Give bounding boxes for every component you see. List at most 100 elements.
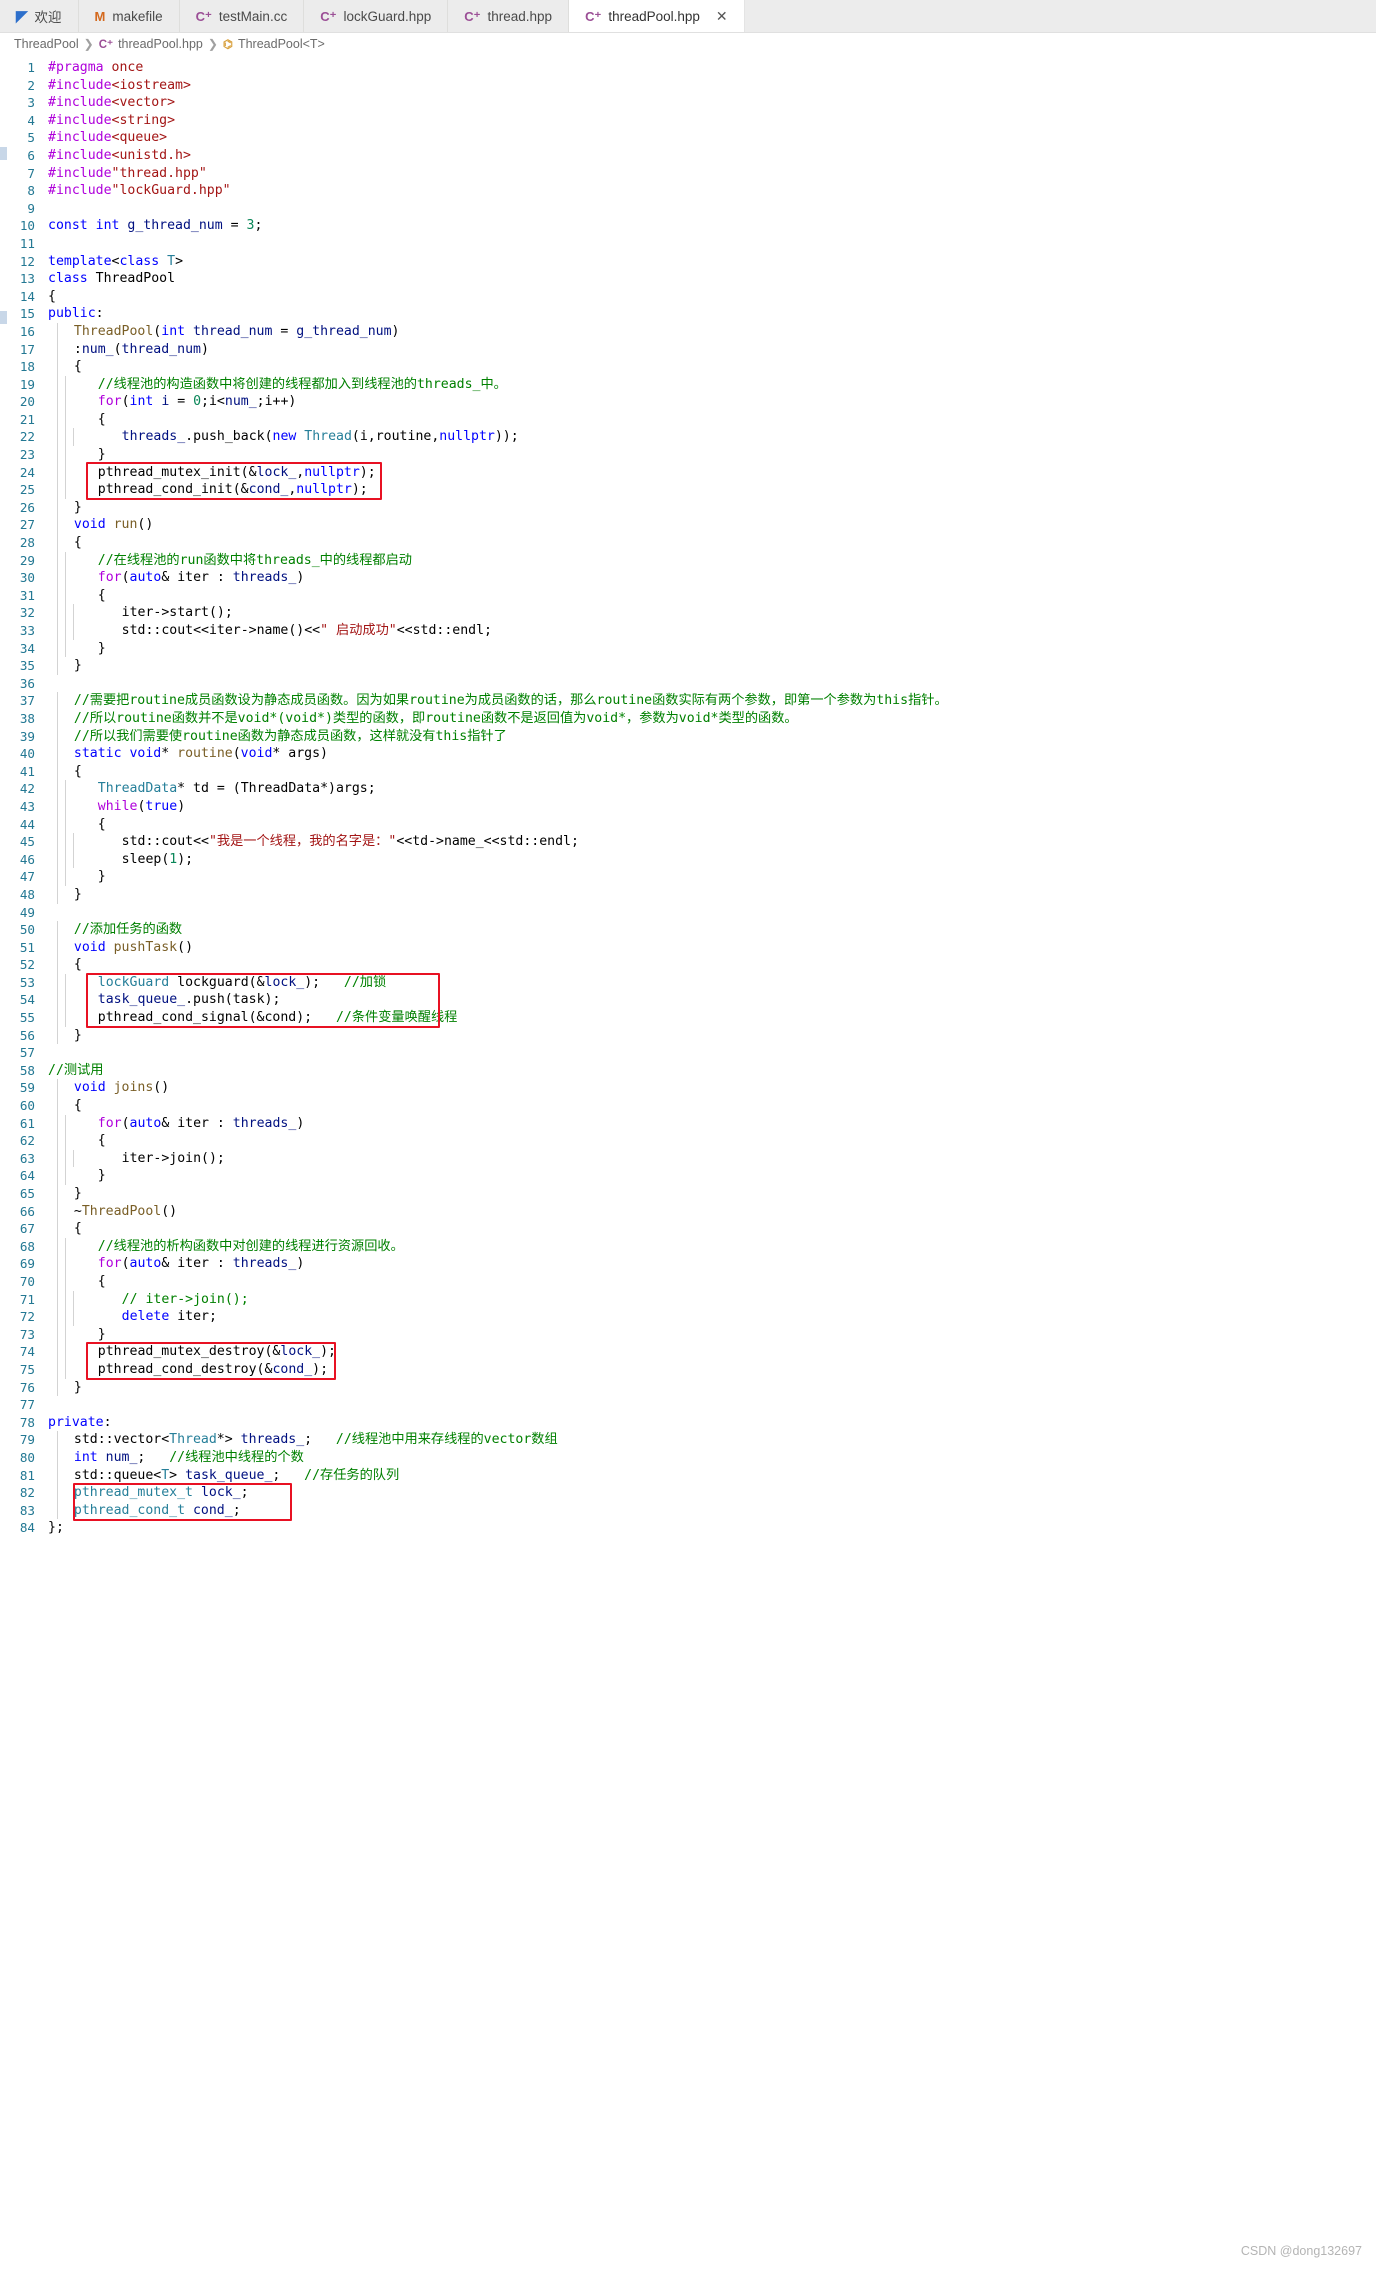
close-icon[interactable]: ✕ <box>716 9 728 23</box>
code-text: for(auto& iter : threads_) <box>48 1255 1376 1273</box>
token-kw: int <box>73 1449 106 1465</box>
code-line: 57 <box>0 1044 1376 1062</box>
code-line: 1 #pragma once <box>0 59 1376 77</box>
code-text: static void* routine(void* args) <box>48 745 1376 763</box>
code-text: ThreadPool(int thread_num = g_thread_num… <box>48 322 1376 341</box>
code-line: 2 #include<iostream> <box>0 77 1376 95</box>
code-text: delete iter; <box>48 1308 1376 1326</box>
code-text: } <box>48 1026 1376 1045</box>
editor-tab-[interactable]: ◤ 欢迎 <box>0 0 79 32</box>
code-line: 74 pthread_mutex_destroy(&lock_); <box>0 1343 1376 1361</box>
token-ctl: while <box>97 798 138 814</box>
indent-guide <box>65 1009 66 1027</box>
code-text: std::cout<<"我是一个线程，我的名字是："<<td->name_<<s… <box>48 833 1376 851</box>
code-line: 47 } <box>0 868 1376 886</box>
indent-guide <box>73 604 74 622</box>
indent-guide <box>57 1290 58 1309</box>
token-kw: void <box>73 939 114 955</box>
token-plain: } <box>66 1168 106 1184</box>
code-line: 24 pthread_mutex_init(&lock_,nullptr); <box>0 463 1376 482</box>
code-text: #include"lockGuard.hpp" <box>48 182 1376 200</box>
token-str: <unistd.h> <box>111 147 191 163</box>
line-number: 24 <box>19 464 35 480</box>
token-plain: ( <box>121 1115 130 1131</box>
editor-tab-threadpoolhpp[interactable]: C⁺ threadPool.hpp ✕ <box>569 0 745 32</box>
token-pp: #include <box>48 77 112 93</box>
code-line: 12 template<class T> <box>0 253 1376 271</box>
token-var: num_ <box>81 341 114 357</box>
code-text: const int g_thread_num = 3; <box>48 217 1376 235</box>
token-fn: ThreadPool <box>81 1203 162 1219</box>
token-var: lock_ <box>256 464 297 480</box>
breadcrumb-item[interactable]: threadPool.hpp <box>118 37 203 51</box>
token-plain: * <box>161 746 178 762</box>
code-text: } <box>48 868 1376 886</box>
line-number: 47 <box>19 869 35 885</box>
breadcrumb-item[interactable]: ThreadPool <box>14 37 79 51</box>
indent-guide <box>65 1343 66 1361</box>
code-line: 46 sleep(1); <box>0 850 1376 869</box>
token-ctl: for <box>97 394 122 410</box>
code-text: { <box>48 762 1376 781</box>
code-line: 61 for(auto& iter : threads_) <box>0 1114 1376 1133</box>
indent-guide <box>65 991 66 1010</box>
code-text: ThreadData* td = (ThreadData*)args; <box>48 780 1376 798</box>
indent-guide <box>65 1255 66 1273</box>
token-plain: ( <box>121 570 130 586</box>
token-plain: ; <box>240 1485 249 1501</box>
editor-tab-makefile[interactable]: Mmakefile <box>78 0 180 32</box>
indent-guide <box>57 1132 58 1150</box>
line-number: 52 <box>19 957 35 973</box>
code-line: 3 #include<vector> <box>0 94 1376 112</box>
indent-guide <box>57 1079 58 1098</box>
line-number: 22 <box>19 429 35 445</box>
editor-tab-threadhpp[interactable]: C⁺ thread.hpp <box>448 0 570 32</box>
code-line: 9 <box>0 200 1376 218</box>
token-ty: T <box>167 253 176 269</box>
token-var: thread_num <box>121 341 201 357</box>
line-number: 43 <box>19 798 35 814</box>
code-text: { <box>48 358 1376 376</box>
editor-tab-lockguardhpp[interactable]: C⁺ lockGuard.hpp <box>304 0 449 32</box>
indent-guide <box>57 709 58 728</box>
token-plain: * args) <box>272 746 328 762</box>
indent-guide <box>65 481 66 499</box>
cpp-file-icon: C⁺ <box>98 39 114 51</box>
indent-guide <box>57 1343 58 1361</box>
indent-guide <box>65 551 66 570</box>
line-number: 37 <box>19 693 35 709</box>
code-line: 48 } <box>0 885 1376 904</box>
line-number: 11 <box>19 235 35 251</box>
token-cmt: //线程池的析构函数中对创建的线程进行资源回收。 <box>97 1238 404 1254</box>
code-line: 29 //在线程池的run函数中将threads_中的线程都启动 <box>0 551 1376 570</box>
token-kw: void <box>129 746 162 762</box>
indent-guide <box>57 762 58 781</box>
indent-guide <box>65 393 66 411</box>
line-number: 30 <box>19 570 35 586</box>
token-plain: iter->join(); <box>74 1150 225 1166</box>
indent-guide <box>65 815 66 834</box>
token-cmt: //条件变量唤醒线程 <box>335 1010 458 1026</box>
indent-guide <box>57 622 58 640</box>
code-line: 49 <box>0 904 1376 922</box>
token-plain: } <box>58 658 82 674</box>
token-plain: ) <box>296 1115 305 1131</box>
code-line: 41 { <box>0 762 1376 781</box>
line-number: 46 <box>19 851 35 867</box>
breadcrumb-item[interactable]: ThreadPool<T> <box>238 37 325 51</box>
code-editor[interactable]: 1 #pragma once 2 #include<iostream> 3 #includ… <box>0 55 1376 1537</box>
editor-tab-testmaincc[interactable]: C⁺ testMain.cc <box>179 0 305 32</box>
indent-guide <box>65 622 66 640</box>
line-number: 49 <box>19 904 35 920</box>
code-text: std::vector<Thread*> threads_; //线程池中用来存… <box>48 1431 1376 1449</box>
token-var: threads_ <box>121 429 186 445</box>
indent-guide <box>73 833 74 851</box>
indent-guide <box>57 463 58 482</box>
code-text: pthread_cond_signal(&cond); //条件变量唤醒线程 <box>48 1009 1376 1027</box>
